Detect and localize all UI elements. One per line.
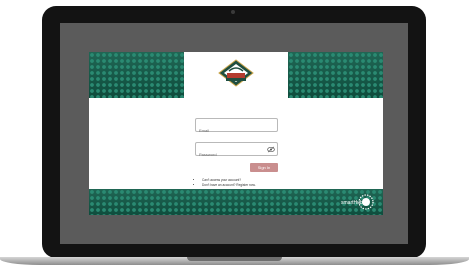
header-pattern-right: [288, 52, 383, 98]
coop-logo: [218, 59, 254, 87]
password-input[interactable]: [196, 148, 271, 161]
laptop-screen: Sign In Can't access your account? Don't…: [60, 23, 408, 244]
help-links: Can't access your account? Don't have an…: [196, 178, 256, 187]
email-input[interactable]: [196, 124, 271, 137]
smarthub-text: smartHub: [341, 200, 363, 206]
password-field[interactable]: [195, 142, 278, 161]
header-pattern-left: [89, 52, 184, 98]
login-page: Sign In Can't access your account? Don't…: [89, 52, 383, 215]
email-field[interactable]: [195, 118, 278, 137]
footer-pattern: [89, 189, 383, 215]
webcam: [231, 10, 235, 14]
eye-icon[interactable]: [267, 146, 275, 153]
smarthub-logo: smartHub: [341, 194, 374, 210]
register-link[interactable]: Don't have an account? Register now.: [202, 183, 256, 188]
laptop-lid: Sign In Can't access your account? Don't…: [42, 6, 426, 258]
sign-in-button[interactable]: Sign In: [250, 163, 278, 172]
laptop-notch: [187, 257, 282, 261]
